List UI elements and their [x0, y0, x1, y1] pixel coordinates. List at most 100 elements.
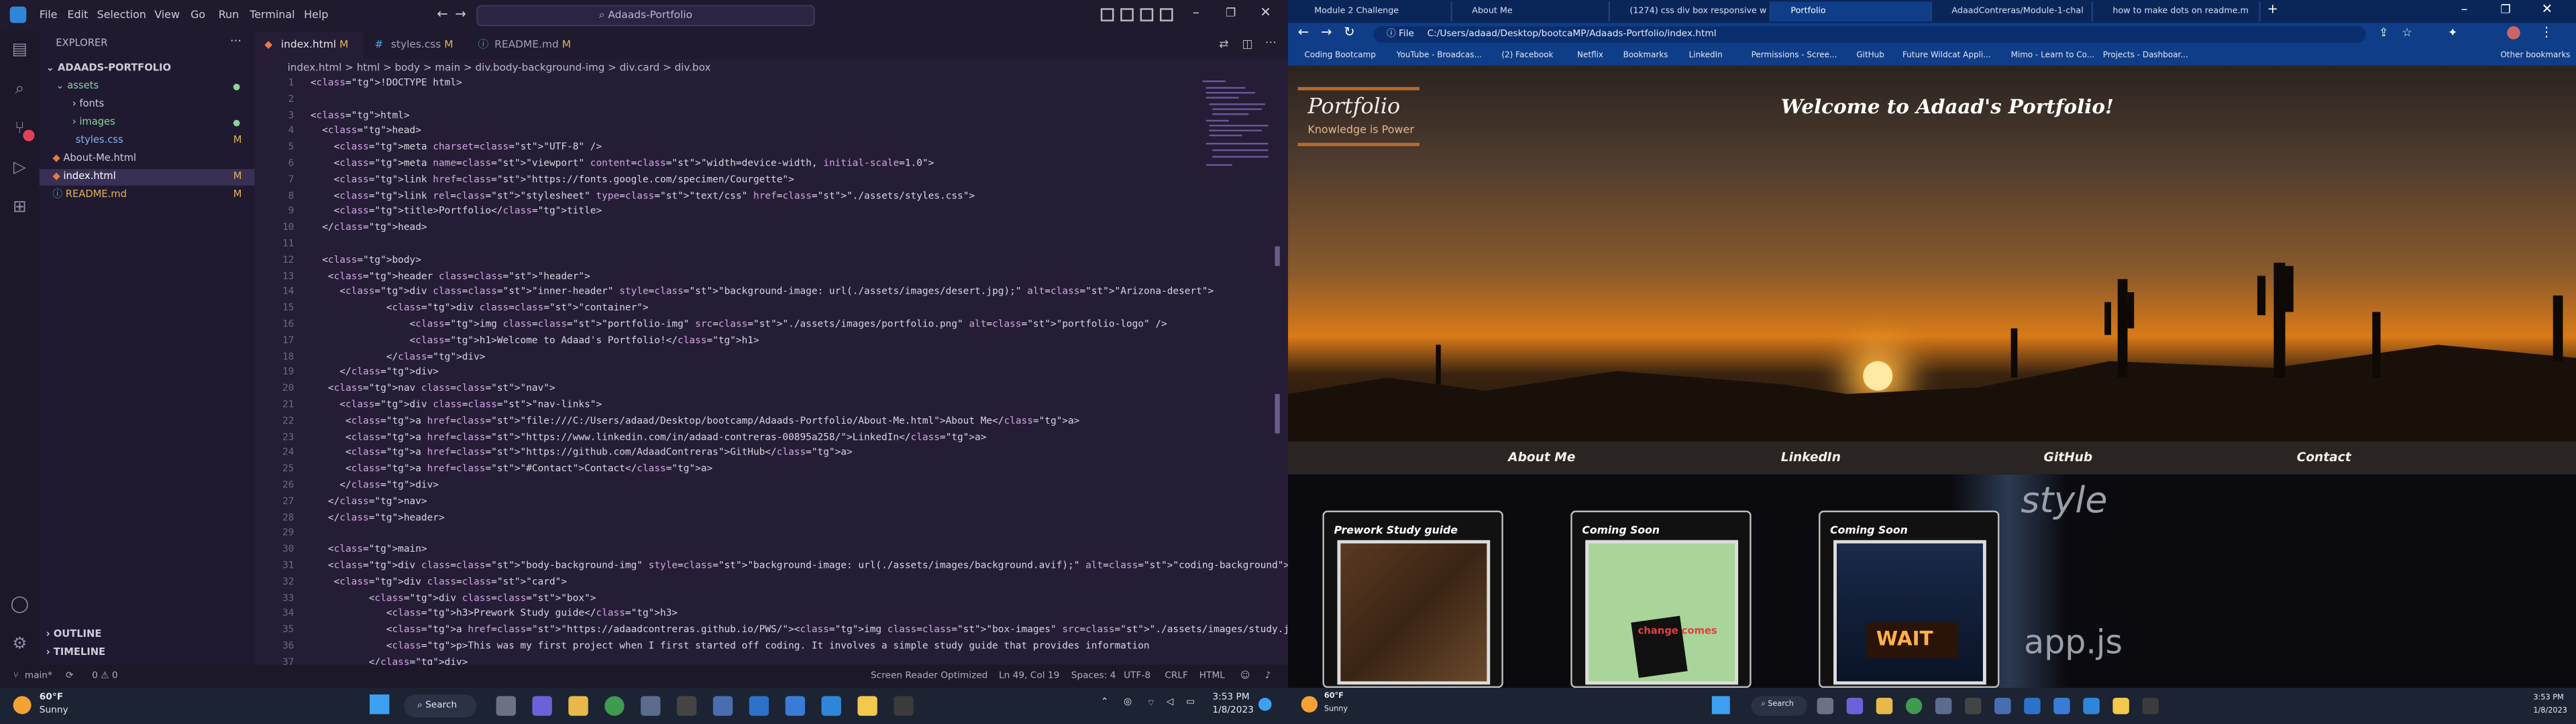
bookmark[interactable]: Permissions - Scree... [1752, 46, 1837, 66]
menu-go[interactable]: Go [191, 8, 205, 21]
tab-index-html[interactable]: ◆ index.html M [254, 31, 364, 60]
browser-tab-active[interactable]: Portfolio [1771, 1, 1933, 21]
command-center-search[interactable]: ⌕ Adaads-Portfolio [476, 5, 815, 27]
code-line[interactable]: <class="tg">div class=class="st">"box"> [311, 592, 596, 608]
forward-icon[interactable]: → [1321, 25, 1332, 40]
teams-icon[interactable] [1846, 697, 1864, 715]
folder-root[interactable]: ⌄ ADAADS-PORTFOLIO [40, 61, 255, 77]
bookmark[interactable]: Bookmarks [1623, 46, 1668, 66]
card-image-book[interactable] [1337, 540, 1491, 685]
tree-item-styles-css[interactable]: styles.css M [40, 133, 255, 149]
windows-start-icon[interactable] [370, 694, 390, 715]
code-line[interactable]: <class="tg">a href=class="st">"#Contact"… [311, 463, 712, 479]
language-mode[interactable]: HTML [1199, 665, 1225, 688]
code-line[interactable]: <class="tg">h3>Prework Study guide</clas… [311, 608, 678, 624]
code-line[interactable]: <class="tg">a href=class="st">"https://w… [311, 431, 987, 447]
more-icon[interactable]: ⋯ [230, 34, 241, 48]
code-line[interactable]: <class="tg">a href=class="st">"https://g… [311, 447, 853, 463]
browser-tab[interactable]: AdaadContreras/Module-1-chal [1932, 1, 2094, 21]
tree-item-about-me[interactable]: ◆ About-Me.html [40, 151, 255, 167]
task-view-icon[interactable] [496, 696, 516, 716]
menu-selection[interactable]: Selection [97, 8, 146, 21]
bookmark[interactable]: Netflix [1577, 46, 1603, 66]
encoding[interactable]: UTF-8 [1124, 665, 1150, 688]
app-icon[interactable] [785, 696, 806, 716]
bookmark[interactable]: Mimo - Learn to Co... [2011, 46, 2095, 66]
indentation[interactable]: Spaces: 4 [1071, 665, 1116, 688]
tree-item-readme[interactable]: ⓘ README.md M [40, 187, 255, 203]
avatar[interactable] [2507, 26, 2520, 40]
close-icon[interactable]: ✕ [2542, 1, 2553, 16]
browser-tab[interactable]: how to make dots on readme.m [2093, 1, 2261, 21]
code-line[interactable]: <class="tg">body> [311, 254, 421, 270]
run-debug-icon[interactable]: ▷ [10, 160, 30, 179]
toggle-secondary-sidebar-icon[interactable] [1140, 8, 1154, 21]
toggle-sidebar-icon[interactable] [1100, 8, 1114, 21]
cursor-position[interactable]: Ln 49, Col 19 [999, 665, 1059, 688]
code-line[interactable]: <class="tg">link href=class="st">"https:… [311, 174, 794, 190]
restore-icon[interactable]: ❐ [1226, 7, 1236, 20]
back-icon[interactable]: ← [1298, 25, 1309, 40]
code-line[interactable]: <class="tg">main> [311, 544, 427, 560]
nav-contact[interactable]: Contact [2297, 450, 2351, 465]
code-line[interactable]: <class="tg">link rel=class="st">"stylesh… [311, 190, 975, 206]
bookmark[interactable]: Coding Bootcamp [1305, 46, 1376, 66]
nav-about-me[interactable]: About Me [1508, 450, 1575, 465]
chrome-icon[interactable] [604, 696, 625, 716]
tab-readme[interactable]: ⓘ README.md M [468, 32, 583, 60]
minimize-icon[interactable]: – [2461, 1, 2468, 16]
code-line[interactable]: <class="tg">div class=class="st">"card"> [311, 576, 567, 592]
nav-github[interactable]: GitHub [2044, 450, 2093, 465]
screen-reader-mode[interactable]: Screen Reader Optimized [871, 665, 987, 688]
windows-start-icon[interactable] [1711, 696, 1730, 715]
store-icon[interactable] [1935, 697, 1952, 715]
file-explorer-icon[interactable] [568, 696, 588, 716]
timeline-section[interactable]: › TIMELINE [40, 645, 255, 661]
tray-app-icon[interactable]: ◎ [1124, 698, 1132, 708]
code-line[interactable]: <class="tg">!DOCTYPE html> [311, 77, 462, 93]
code-line[interactable]: <class="tg">div class=class="st">"nav-li… [311, 399, 602, 415]
code-line[interactable]: </class="tg">nav> [311, 495, 427, 511]
explorer-icon[interactable]: ▤ [10, 41, 30, 60]
breadcrumb[interactable]: index.html > html > body > main > div.bo… [255, 59, 1288, 77]
mail-icon[interactable] [2024, 697, 2041, 715]
tree-item-images[interactable]: › images [40, 115, 255, 131]
more-actions-icon[interactable]: ⋯ [1265, 36, 1277, 50]
bell-icon[interactable]: ♪ [1265, 665, 1271, 688]
share-icon[interactable]: ⇪ [2379, 26, 2388, 40]
code-line[interactable]: <class="tg">title>Portfolio</class="tg">… [311, 206, 602, 222]
tree-item-index-html[interactable]: ◆ index.html M [39, 169, 255, 186]
bookmark[interactable]: GitHub [1856, 46, 1884, 66]
tray-chevron-icon[interactable]: ⌃ [1101, 698, 1108, 708]
menu-view[interactable]: View [154, 8, 180, 21]
code-line[interactable]: <class="tg">div class=class="st">"contai… [311, 302, 649, 318]
app-icon[interactable] [2053, 697, 2070, 715]
chrome-icon[interactable] [1905, 697, 1923, 715]
extensions-icon[interactable]: ✦ [2448, 26, 2457, 40]
terminal-icon[interactable] [894, 696, 914, 716]
code-line[interactable]: <class="tg">nav class=class="st">"nav"> [311, 383, 555, 399]
terminal-icon[interactable] [2142, 697, 2159, 715]
clock-time[interactable]: 3:53 PM [1212, 692, 1249, 703]
teams-icon[interactable] [532, 696, 552, 716]
bookmark[interactable]: YouTube - Broadcas... [1397, 46, 1482, 66]
code-line[interactable]: <class="tg">img class=class="st">"portfo… [311, 318, 1167, 335]
url-bar[interactable]: ⓘ File C:/Users/adaad/Desktop/bootcaMP/Ad… [1373, 26, 2366, 43]
battery-icon[interactable]: ▭ [1186, 698, 1195, 708]
menu-run[interactable]: Run [219, 8, 239, 21]
bookmark[interactable]: Future Wildcat Appli... [1902, 46, 1991, 66]
code-line[interactable]: <class="tg">h1>Welcome to Adaad's Portfo… [311, 335, 759, 351]
code-line[interactable]: <class="tg">div class=class="st">"body-b… [311, 560, 1289, 576]
code-line[interactable]: </class="tg">head> [311, 222, 427, 238]
browser-tab[interactable]: Module 2 Challenge [1295, 1, 1452, 21]
reload-icon[interactable]: ↻ [1344, 25, 1354, 40]
taskbar-search[interactable]: ⌕ Search [404, 694, 477, 718]
search-icon[interactable]: ⌕ [10, 80, 30, 100]
problems-indicator[interactable]: 0 ⚠ 0 [92, 665, 117, 688]
clock-time[interactable]: 3:53 PM [2533, 695, 2563, 703]
close-icon[interactable]: ✕ [1260, 5, 1271, 19]
project-card[interactable]: Coming Soon WAIT [1819, 510, 2000, 688]
menu-terminal[interactable]: Terminal [250, 8, 294, 21]
menu-help[interactable]: Help [304, 8, 328, 21]
tree-item-fonts[interactable]: › fonts [40, 97, 255, 113]
